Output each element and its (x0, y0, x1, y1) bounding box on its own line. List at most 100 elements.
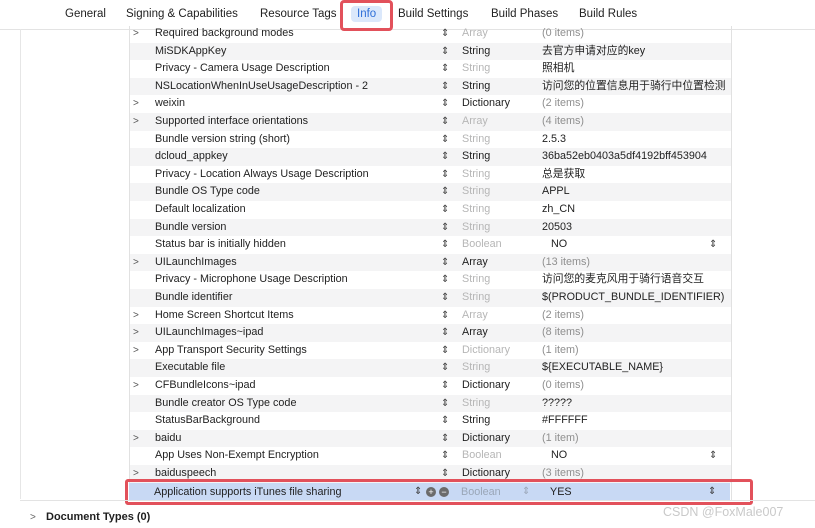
plist-key[interactable]: Bundle version (155, 219, 226, 237)
plist-key[interactable]: weixin (155, 95, 185, 113)
plist-key[interactable]: UILaunchImages (155, 254, 237, 272)
tab-build-rules[interactable]: Build Rules (579, 6, 637, 22)
key-stepper-icon[interactable]: ⇕ (441, 43, 449, 61)
plist-row[interactable]: > App Transport Security Settings ⇕ Diction… (130, 342, 731, 360)
plist-key[interactable]: Executable file (155, 359, 225, 377)
plist-value[interactable]: (8 items) (542, 324, 728, 342)
plist-key[interactable]: Bundle OS Type code (155, 183, 260, 201)
plist-value[interactable]: (1 item) (542, 342, 728, 360)
value-popup-icon[interactable]: ⇕ (709, 447, 717, 465)
plist-key[interactable]: Bundle version string (short) (155, 131, 290, 149)
plist-key[interactable]: Default localization (155, 201, 246, 219)
disclosure-chevron-icon[interactable]: > (133, 254, 143, 272)
plist-type[interactable]: String (462, 219, 490, 237)
plist-row[interactable]: > Required background modes ⇕ Array (0 items… (130, 26, 731, 43)
key-stepper-icon[interactable]: ⇕ (441, 377, 449, 395)
plist-value[interactable]: (13 items) (542, 254, 728, 272)
plist-value[interactable]: NO (551, 236, 567, 254)
plist-value[interactable]: (0 items) (542, 377, 728, 395)
plist-key[interactable]: Privacy - Camera Usage Description (155, 60, 330, 78)
plist-value[interactable]: (2 items) (542, 95, 728, 113)
plist-key[interactable]: MiSDKAppKey (155, 43, 226, 61)
plist-row[interactable]: > weixin ⇕ Dictionary (2 items) (130, 95, 731, 113)
plist-row[interactable]: Bundle version ⇕ String 20503 (130, 218, 731, 237)
key-stepper-icon[interactable]: ⇕ (441, 359, 449, 377)
plist-value[interactable]: ${EXECUTABLE_NAME} (542, 359, 728, 377)
key-stepper-icon[interactable]: ⇕ (441, 447, 449, 465)
key-stepper-icon[interactable]: ⇕ (441, 342, 449, 360)
plist-row[interactable]: MiSDKAppKey ⇕ String 去官方申请对应的key (130, 42, 731, 61)
plist-row[interactable]: Privacy - Microphone Usage Description ⇕ S… (130, 271, 731, 289)
key-stepper-icon[interactable]: ⇕ (441, 236, 449, 254)
plist-row[interactable]: NSLocationWhenInUseUsageDescription - 2 ⇕… (130, 77, 731, 96)
plist-row[interactable]: dcloud_appkey ⇕ String 36ba52eb0403a5df4192… (130, 148, 731, 166)
plist-type[interactable]: Boolean (462, 447, 502, 465)
disclosure-chevron-icon[interactable]: > (133, 307, 143, 325)
plist-row[interactable]: Privacy - Camera Usage Description ⇕ Strin… (130, 60, 731, 78)
tab-signing-capabilities[interactable]: Signing & Capabilities (126, 6, 238, 22)
plist-type[interactable]: String (462, 183, 490, 201)
key-stepper-icon[interactable]: ⇕ (441, 254, 449, 272)
plist-row[interactable]: StatusBarBackground ⇕ String #FFFFFF (130, 412, 731, 430)
disclosure-chevron-icon[interactable]: > (133, 95, 143, 113)
disclosure-chevron-icon[interactable]: > (133, 342, 143, 360)
plist-row[interactable]: > UILaunchImages ⇕ Array (13 items) (130, 253, 731, 272)
plist-value[interactable]: (1 item) (542, 430, 728, 448)
plist-row[interactable]: > Home Screen Shortcut Items ⇕ Array (2 item… (130, 307, 731, 325)
plist-type[interactable]: String (462, 412, 490, 430)
plist-value[interactable]: ????? (542, 395, 728, 413)
plist-key[interactable]: dcloud_appkey (155, 148, 228, 166)
key-stepper-icon[interactable]: ⇕ (441, 166, 449, 184)
plist-type[interactable]: String (462, 131, 490, 149)
plist-value[interactable]: (4 items) (542, 113, 728, 131)
key-stepper-icon[interactable]: ⇕ (441, 430, 449, 448)
disclosure-chevron-icon[interactable]: > (133, 113, 143, 131)
plist-row[interactable]: App Uses Non-Exempt Encryption ⇕ Boolean NO… (130, 447, 731, 465)
plist-value[interactable]: 20503 (542, 219, 728, 237)
plist-key[interactable]: Status bar is initially hidden (155, 236, 286, 254)
tab-resource-tags[interactable]: Resource Tags (260, 6, 337, 22)
plist-type[interactable]: String (462, 395, 490, 413)
plist-key[interactable]: NSLocationWhenInUseUsageDescription - 2 (155, 78, 368, 96)
plist-row[interactable]: Status bar is initially hidden ⇕ Boolean NO… (130, 236, 731, 254)
key-stepper-icon[interactable]: ⇕ (441, 307, 449, 325)
key-stepper-icon[interactable]: ⇕ (441, 95, 449, 113)
plist-value[interactable]: APPL (542, 183, 728, 201)
plist-row[interactable]: Default localization ⇕ String zh_CN (130, 201, 731, 219)
chevron-right-icon[interactable]: > (30, 512, 36, 523)
tab-build-settings[interactable]: Build Settings (398, 6, 468, 22)
key-stepper-icon[interactable]: ⇕ (441, 183, 449, 201)
plist-key[interactable]: App Uses Non-Exempt Encryption (155, 447, 319, 465)
plist-key[interactable]: Bundle creator OS Type code (155, 395, 296, 413)
disclosure-chevron-icon[interactable]: > (133, 324, 143, 342)
key-stepper-icon[interactable]: ⇕ (441, 219, 449, 237)
plist-key[interactable]: CFBundleIcons~ipad (155, 377, 256, 395)
value-popup-icon[interactable]: ⇕ (709, 236, 717, 254)
disclosure-chevron-icon[interactable]: > (133, 377, 143, 395)
plist-value[interactable]: $(PRODUCT_BUNDLE_IDENTIFIER) (542, 289, 728, 307)
key-stepper-icon[interactable]: ⇕ (441, 395, 449, 413)
plist-type[interactable]: Dictionary (462, 342, 510, 360)
plist-key[interactable]: Privacy - Microphone Usage Description (155, 271, 348, 289)
plist-value[interactable]: #FFFFFF (542, 412, 728, 430)
plist-row[interactable]: Executable file ⇕ String ${EXECUTABLE_NAME} (130, 359, 731, 377)
plist-value[interactable]: (2 items) (542, 307, 728, 325)
plist-type[interactable]: String (462, 201, 490, 219)
plist-row[interactable]: Bundle identifier ⇕ String $(PRODUCT_BUNDLE… (130, 289, 731, 307)
key-stepper-icon[interactable]: ⇕ (441, 289, 449, 307)
key-stepper-icon[interactable]: ⇕ (441, 148, 449, 166)
plist-key[interactable]: UILaunchImages~ipad (155, 324, 263, 342)
plist-row[interactable]: > Supported interface orientations ⇕ Array (… (130, 113, 731, 131)
plist-value[interactable]: 2.5.3 (542, 131, 728, 149)
plist-type[interactable]: Dictionary (462, 95, 510, 113)
key-stepper-icon[interactable]: ⇕ (441, 113, 449, 131)
plist-key[interactable]: baidu (155, 430, 181, 448)
plist-value[interactable]: (0 items) (542, 26, 728, 43)
plist-type[interactable]: String (462, 289, 490, 307)
plist-type[interactable]: String (462, 78, 490, 96)
plist-value[interactable]: 访问您的麦克风用于骑行语音交互 (542, 271, 728, 289)
plist-type[interactable]: String (462, 43, 490, 61)
plist-value[interactable]: 总是获取 (542, 166, 728, 184)
disclosure-chevron-icon[interactable]: > (133, 430, 143, 448)
plist-key[interactable]: Required background modes (155, 26, 294, 43)
